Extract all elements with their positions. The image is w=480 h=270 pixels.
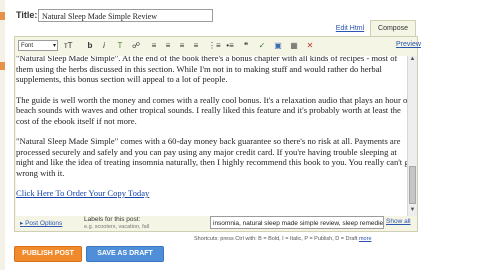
labels-hint: e.g. scooters, vacation, fall (84, 224, 150, 230)
body-paragraph: The guide is well worth the money and co… (16, 94, 411, 126)
font-size-icon[interactable]: тT (64, 40, 84, 51)
font-select-value: Font (21, 43, 34, 49)
labels-input[interactable]: insomnia, natural sleep made simple revi… (210, 216, 384, 229)
spellcheck-icon[interactable]: ✓ (256, 40, 268, 51)
shortcuts-hint: Shortcuts: press Ctrl with: B = Bold, I … (194, 236, 372, 242)
shortcuts-text: Shortcuts: press Ctrl with: B = Bold, I … (194, 236, 358, 242)
bulleted-list-icon[interactable]: •≡ (224, 40, 236, 51)
align-left-icon[interactable]: ≡ (148, 40, 160, 51)
italic-icon[interactable]: i (98, 40, 110, 51)
post-title-input[interactable]: Natural Sleep Made Simple Review (38, 9, 213, 22)
video-icon[interactable]: ▦ (288, 40, 300, 51)
body-paragraph: "Natural Sleep Made Simple" comes with a… (16, 136, 413, 178)
editor-scrollbar[interactable]: ▲ ▼ (407, 56, 417, 216)
show-all-link[interactable]: Show all (386, 218, 411, 225)
text-color-icon[interactable]: T (114, 40, 126, 51)
bold-icon[interactable]: b (84, 40, 96, 51)
post-options-link[interactable]: ▸ Post Options (20, 219, 62, 227)
shortcuts-more-link[interactable]: more (359, 236, 372, 242)
left-edge-tabs (0, 0, 5, 270)
justify-icon[interactable]: ≡ (190, 40, 202, 51)
align-center-icon[interactable]: ≡ (162, 40, 174, 51)
title-label: Title: (16, 10, 38, 20)
expand-icon: ▸ (20, 220, 24, 227)
publish-post-button[interactable]: PUBLISH POST (14, 246, 82, 262)
scrollbar-thumb[interactable] (409, 166, 416, 204)
remove-format-icon[interactable]: ✕ (304, 40, 316, 51)
post-body-editor[interactable]: "Natural Sleep Made Simple". At the end … (16, 56, 414, 216)
tab-compose[interactable]: Compose (370, 20, 416, 36)
edge-tab-marker (0, 12, 5, 20)
image-icon[interactable]: ▣ (272, 40, 284, 51)
quote-icon[interactable]: ❝ (240, 40, 252, 51)
font-select[interactable]: Font ▾ (18, 40, 58, 51)
post-options-bar: ▸ Post Options Labels for this post: e.g… (14, 214, 418, 232)
link-icon[interactable]: ☍ (130, 40, 142, 51)
order-link[interactable]: Click Here To Order Your Copy Today (16, 188, 149, 198)
scroll-up-icon[interactable]: ▲ (408, 56, 417, 65)
save-as-draft-button[interactable]: SAVE AS DRAFT (86, 246, 164, 262)
chevron-down-icon: ▾ (52, 43, 56, 49)
align-right-icon[interactable]: ≡ (176, 40, 188, 51)
edge-tab-marker (0, 62, 5, 70)
labels-label: Labels for this post: (84, 216, 141, 223)
numbered-list-icon[interactable]: ⋮≡ (208, 40, 221, 51)
preview-link[interactable]: Preview (396, 41, 421, 48)
post-options-label: Post Options (25, 220, 63, 227)
formatting-toolbar: Font ▾ тT b i T ☍ ≡ ≡ ≡ ≡ ⋮≡ •≡ ❝ ✓ ▣ ▦ … (14, 37, 421, 55)
tab-edit-html[interactable]: Edit Html (330, 22, 370, 36)
body-paragraph: "Natural Sleep Made Simple". At the end … (16, 56, 398, 84)
